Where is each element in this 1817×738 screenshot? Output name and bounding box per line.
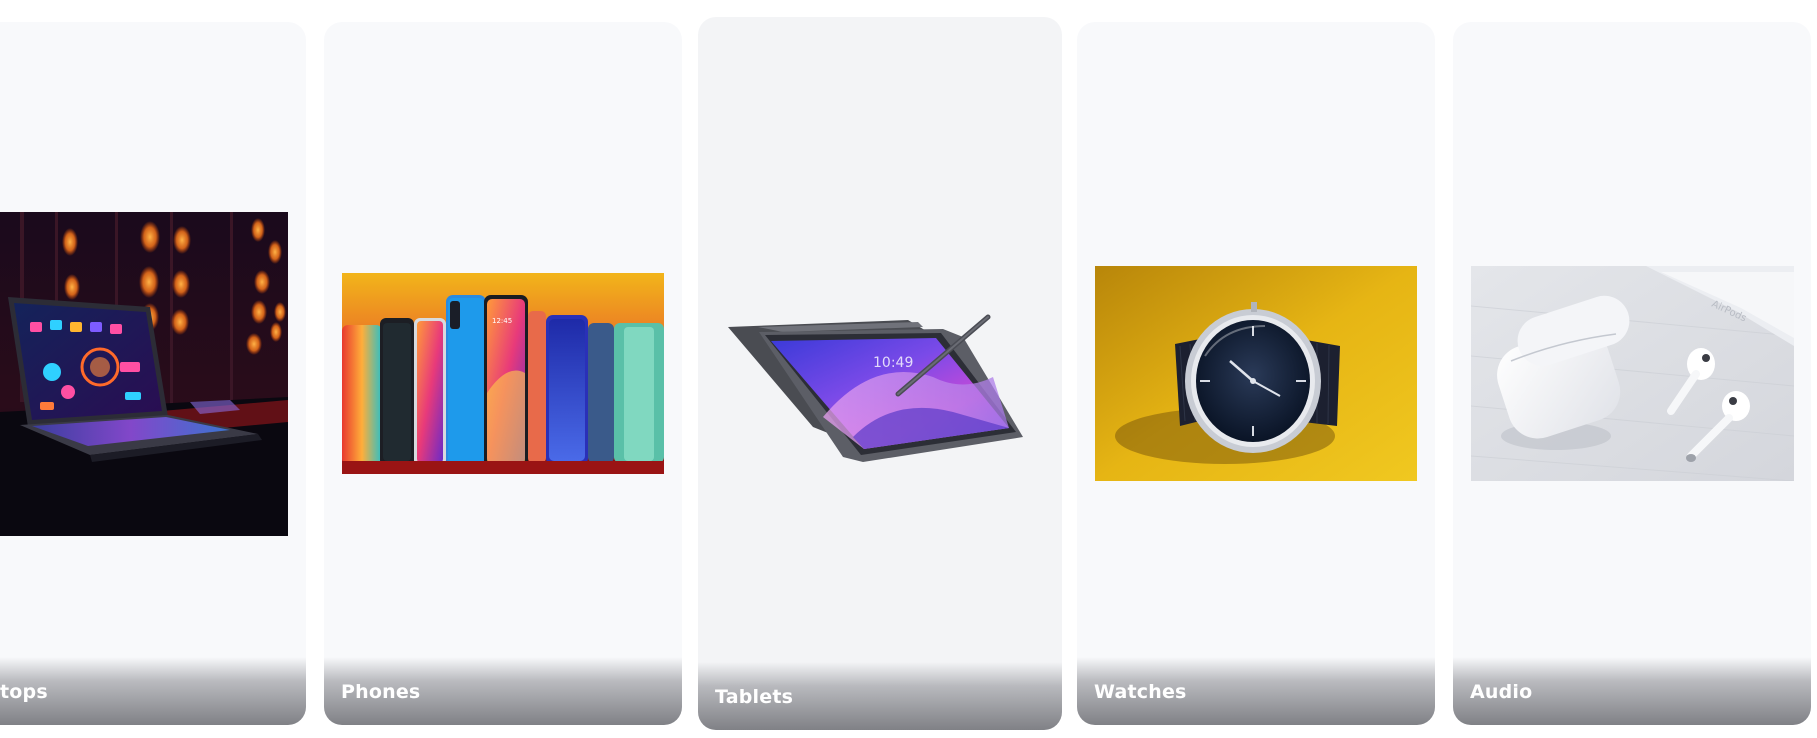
svg-text:12:45: 12:45 [492, 317, 512, 325]
category-card-tablets[interactable]: 10:49 Tablets [698, 17, 1062, 730]
category-card-audio[interactable]: AirPods Audio [1453, 22, 1811, 725]
category-card-phones[interactable]: 12:45 Phones [324, 22, 682, 725]
category-card-laptops[interactable]: tops [0, 22, 306, 725]
tablet-image: 10:49 [723, 287, 1033, 487]
category-label: Tablets [715, 686, 794, 708]
watch-image [1095, 266, 1417, 481]
laptop-image [0, 212, 288, 536]
category-carousel: tops 12:45 Phones 10:49 Tablets Watches … [0, 0, 1817, 738]
earbuds-image: AirPods [1471, 266, 1794, 481]
category-label: Audio [1470, 681, 1533, 703]
category-label: Watches [1094, 681, 1187, 703]
phones-image: 12:45 [342, 273, 664, 474]
category-label: Phones [341, 681, 421, 703]
category-label: tops [0, 681, 48, 703]
category-card-watches[interactable]: Watches [1077, 22, 1435, 725]
svg-text:10:49: 10:49 [873, 355, 913, 371]
